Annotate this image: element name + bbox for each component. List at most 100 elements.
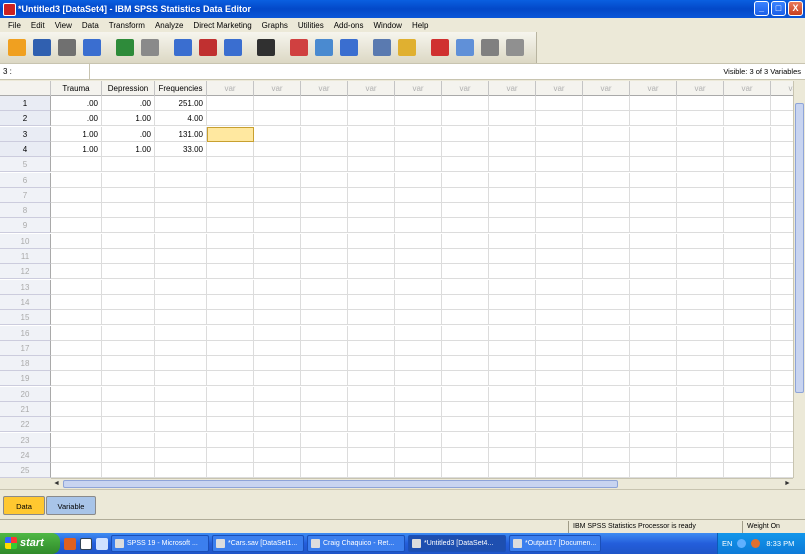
data-cell[interactable]	[583, 386, 630, 402]
data-cell[interactable]	[155, 371, 207, 387]
column-header-var[interactable]: var	[254, 81, 301, 96]
data-cell[interactable]	[301, 157, 348, 173]
data-cell[interactable]	[348, 157, 395, 173]
data-cell[interactable]	[771, 356, 793, 372]
menu-add-ons[interactable]: Add-ons	[329, 21, 369, 30]
data-cell[interactable]	[724, 111, 771, 127]
use-sets-button[interactable]	[453, 36, 476, 59]
data-cell[interactable]	[155, 249, 207, 264]
data-cell[interactable]	[442, 386, 489, 402]
data-cell[interactable]	[254, 172, 301, 188]
data-cell[interactable]	[724, 233, 771, 249]
data-cell[interactable]	[583, 203, 630, 219]
data-cell[interactable]	[583, 172, 630, 188]
data-cell[interactable]	[630, 264, 677, 280]
data-cell[interactable]	[102, 325, 155, 341]
data-cell[interactable]	[489, 111, 536, 127]
row-header[interactable]: 11	[0, 249, 51, 264]
data-cell[interactable]	[583, 310, 630, 326]
data-cell[interactable]	[771, 127, 793, 142]
data-cell[interactable]	[536, 218, 583, 234]
grid-corner[interactable]	[0, 81, 51, 96]
data-cell[interactable]	[254, 340, 301, 356]
data-cell[interactable]	[51, 249, 102, 264]
data-cell[interactable]	[583, 294, 630, 310]
data-cell[interactable]	[254, 310, 301, 326]
data-cell[interactable]	[536, 279, 583, 295]
data-cell[interactable]	[771, 218, 793, 234]
data-cell[interactable]: 33.00	[155, 141, 207, 157]
data-cell[interactable]	[724, 310, 771, 326]
data-cell[interactable]	[489, 325, 536, 341]
data-cell[interactable]	[724, 340, 771, 356]
data-cell[interactable]	[442, 203, 489, 219]
menu-utilities[interactable]: Utilities	[293, 21, 329, 30]
row-header[interactable]: 2	[0, 111, 51, 127]
data-cell[interactable]	[155, 386, 207, 402]
data-cell[interactable]	[395, 371, 442, 387]
data-cell[interactable]	[301, 386, 348, 402]
data-cell[interactable]	[489, 96, 536, 111]
data-cell[interactable]	[583, 264, 630, 280]
data-cell[interactable]	[254, 187, 301, 203]
data-cell[interactable]	[301, 111, 348, 127]
data-cell[interactable]	[583, 417, 630, 433]
data-cell[interactable]: 1.00	[51, 141, 102, 157]
data-cell[interactable]	[348, 96, 395, 111]
data-cell[interactable]	[630, 279, 677, 295]
data-cell[interactable]	[348, 294, 395, 310]
data-cell[interactable]	[630, 233, 677, 249]
selected-cell[interactable]	[207, 126, 254, 142]
data-cell[interactable]	[348, 141, 395, 157]
network-icon[interactable]	[737, 539, 747, 548]
data-cell[interactable]	[395, 340, 442, 356]
data-cell[interactable]	[630, 340, 677, 356]
data-cell[interactable]	[583, 96, 630, 111]
data-cell[interactable]	[536, 356, 583, 372]
goto-variable-button[interactable]	[196, 36, 219, 59]
data-cell[interactable]	[489, 447, 536, 463]
data-cell[interactable]	[677, 126, 724, 142]
data-cell[interactable]	[771, 417, 793, 433]
data-cell[interactable]	[724, 432, 771, 448]
data-cell[interactable]	[583, 463, 630, 478]
data-cell[interactable]	[677, 294, 724, 310]
data-cell[interactable]	[301, 325, 348, 341]
data-cell[interactable]	[442, 141, 489, 157]
dialog-recall-button[interactable]	[80, 36, 103, 59]
weight-cases-button[interactable]	[370, 36, 393, 59]
data-cell[interactable]	[677, 432, 724, 448]
data-cell[interactable]	[536, 187, 583, 203]
data-cell[interactable]	[254, 447, 301, 463]
data-cell[interactable]	[155, 417, 207, 433]
data-cell[interactable]	[102, 402, 155, 417]
data-cell[interactable]	[155, 402, 207, 417]
data-cell[interactable]	[489, 371, 536, 387]
data-cell[interactable]	[724, 126, 771, 142]
data-cell[interactable]	[301, 96, 348, 111]
data-cell[interactable]	[489, 386, 536, 402]
data-cell[interactable]: 1.00	[102, 141, 155, 157]
data-cell[interactable]	[348, 126, 395, 142]
data-cell[interactable]	[301, 187, 348, 203]
data-cell[interactable]	[630, 203, 677, 219]
data-cell[interactable]	[630, 294, 677, 310]
data-cell[interactable]: .00	[102, 96, 155, 111]
data-cell[interactable]	[771, 157, 793, 173]
data-cell[interactable]	[442, 402, 489, 417]
column-header-var[interactable]: var	[395, 81, 442, 96]
explorer-icon[interactable]	[96, 537, 108, 550]
data-cell[interactable]	[102, 432, 155, 448]
data-cell[interactable]	[583, 279, 630, 295]
data-cell[interactable]	[489, 172, 536, 188]
row-header[interactable]: 6	[0, 172, 51, 188]
scroll-right-icon[interactable]: ►	[783, 480, 792, 488]
data-cell[interactable]	[395, 447, 442, 463]
data-cell[interactable]	[442, 264, 489, 280]
data-cell[interactable]	[51, 432, 102, 448]
column-header-var[interactable]: var	[442, 81, 489, 96]
show-desktop-icon[interactable]	[80, 537, 92, 550]
data-cell[interactable]	[155, 187, 207, 203]
data-cell[interactable]	[51, 172, 102, 188]
data-cell[interactable]	[536, 447, 583, 463]
